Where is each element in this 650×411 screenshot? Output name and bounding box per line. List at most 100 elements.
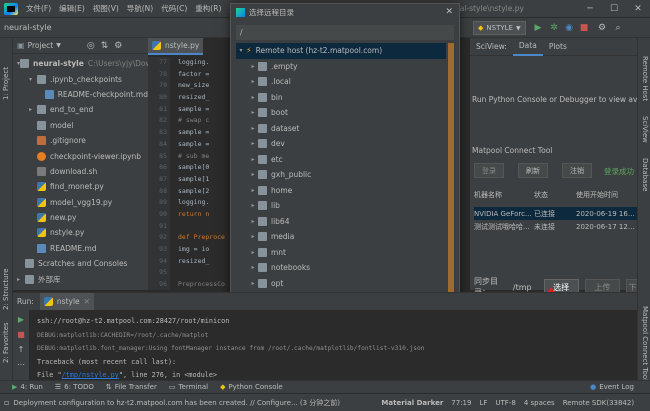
remote-folder-item[interactable]: ▸ media bbox=[236, 229, 446, 245]
remote-folder-item[interactable]: ▸ lib64 bbox=[236, 214, 446, 230]
tree-item[interactable]: Scratches and Consoles bbox=[17, 256, 148, 271]
editor-tab[interactable]: nstyle.py bbox=[148, 38, 203, 55]
tree-root[interactable]: ▾ neural-style C:\Users\yjy\Downlo... bbox=[17, 56, 170, 71]
remote-folder-item[interactable]: ▸ home bbox=[236, 183, 446, 199]
minimize-icon[interactable]: ─ bbox=[578, 0, 602, 18]
machine-row[interactable]: 测试测试哦哈哈... 未连接 2020-06-17 12:33 bbox=[474, 220, 637, 233]
file-link[interactable]: /tmp/nstyle.py bbox=[62, 371, 119, 379]
remote-folder-item[interactable]: ▸ gxh_public bbox=[236, 167, 446, 183]
chevron-right-icon[interactable]: ▸ bbox=[248, 264, 258, 271]
tool-todo[interactable]: ☰ 6: TODO bbox=[55, 383, 94, 391]
run-icon[interactable]: ▶ bbox=[532, 21, 544, 35]
menu-item[interactable]: 文件(F) bbox=[22, 3, 55, 14]
tree-item[interactable]: checkpoint-viewer.ipynb bbox=[17, 148, 148, 163]
tree-item[interactable]: model_vgg19.py bbox=[17, 195, 148, 210]
remote-folder-item[interactable]: ▸ bin bbox=[236, 90, 446, 106]
close-icon[interactable]: ✕ bbox=[445, 7, 453, 17]
logout-button[interactable]: 注销 bbox=[562, 163, 592, 178]
structure-tool-tab[interactable]: 2: Structure bbox=[2, 268, 10, 310]
machine-row[interactable]: NVIDIA GeForc... 已连接 2020-06-19 16:05 bbox=[474, 207, 637, 220]
matpool-tool-tab[interactable]: Matpool Connect Tool bbox=[641, 306, 649, 381]
tree-item[interactable]: nstyle.py bbox=[17, 225, 148, 240]
chevron-right-icon[interactable]: ▸ bbox=[248, 94, 258, 101]
menu-item[interactable]: 代码(C) bbox=[157, 3, 191, 14]
interpreter-indicator[interactable]: Remote SDK(33842) bbox=[563, 399, 634, 407]
run-tab[interactable]: nstyle ✕ bbox=[39, 293, 94, 310]
breadcrumb-project[interactable]: neural-style bbox=[4, 23, 52, 32]
remote-host-root[interactable]: ▾ ⚡ Remote host (hz-t2.matpool.com) bbox=[236, 43, 446, 59]
tree-item[interactable]: ▾ .ipynb_checkpoints bbox=[17, 71, 148, 86]
refresh-button[interactable]: 刷新 bbox=[518, 163, 548, 178]
coverage-icon[interactable]: ◉ bbox=[563, 21, 575, 35]
remote-folder-item[interactable]: ▸ lib bbox=[236, 198, 446, 214]
chevron-right-icon[interactable]: ▸ bbox=[248, 187, 258, 194]
chevron-right-icon[interactable]: ▸ bbox=[248, 218, 258, 225]
tool-terminal[interactable]: ▭ Terminal bbox=[169, 383, 208, 391]
chevron-right-icon[interactable]: ▸ bbox=[248, 233, 258, 240]
remote-folder-item[interactable]: ▸ opt bbox=[236, 276, 446, 292]
path-field[interactable]: / bbox=[236, 25, 454, 40]
menu-item[interactable]: 编辑(E) bbox=[55, 3, 89, 14]
remote-folder-item[interactable]: ▸ etc bbox=[236, 152, 446, 168]
chevron-right-icon[interactable]: ▸ bbox=[248, 125, 258, 132]
indent-setting[interactable]: 4 spaces bbox=[524, 399, 555, 407]
rerun-icon[interactable]: ▶ bbox=[13, 313, 29, 325]
tree-item[interactable]: README.md bbox=[17, 241, 148, 256]
chevron-right-icon[interactable]: ▸ bbox=[248, 280, 258, 287]
stop-icon[interactable]: ■ bbox=[13, 328, 29, 340]
tree-item[interactable]: model bbox=[17, 118, 148, 133]
tool-python-console[interactable]: ◆ Python Console bbox=[220, 383, 283, 391]
chevron-right-icon[interactable]: ▸ bbox=[248, 78, 258, 85]
tree-item[interactable]: download.sh bbox=[17, 164, 148, 179]
dialog-scrollbar[interactable] bbox=[448, 43, 454, 313]
chevron-right-icon[interactable]: ▸ bbox=[248, 156, 258, 163]
tree-item[interactable]: find_monet.py bbox=[17, 179, 148, 194]
close-tab-icon[interactable]: ✕ bbox=[84, 297, 90, 306]
tab-plots[interactable]: Plots bbox=[543, 38, 573, 56]
project-panel-title[interactable]: Project bbox=[28, 41, 54, 50]
status-message[interactable]: Deployment configuration to hz-t2.matpoo… bbox=[13, 398, 373, 408]
tool-file-transfer[interactable]: ⇅ File Transfer bbox=[106, 383, 157, 391]
tree-item[interactable]: .gitignore bbox=[17, 133, 148, 148]
chevron-right-icon[interactable]: ▸ bbox=[248, 140, 258, 147]
remote-folder-item[interactable]: ▸ .empty bbox=[236, 59, 446, 75]
remote-folder-item[interactable]: ▸ dev bbox=[236, 136, 446, 152]
chevron-right-icon[interactable]: ▸ bbox=[248, 202, 258, 209]
remote-host-tool-tab[interactable]: Remote Host bbox=[641, 56, 649, 101]
tool-event-log[interactable]: ● Event Log bbox=[590, 383, 634, 391]
tree-item[interactable]: README-checkpoint.md bbox=[17, 87, 148, 102]
more-icon[interactable]: ⋯ bbox=[13, 358, 29, 370]
target-icon[interactable]: ◎ bbox=[87, 41, 95, 51]
stop-icon[interactable]: ■ bbox=[578, 21, 590, 35]
project-tool-tab[interactable]: 1: Project bbox=[2, 67, 10, 100]
close-window-icon[interactable]: ✕ bbox=[626, 0, 650, 18]
chevron-right-icon[interactable]: ▸ bbox=[248, 171, 258, 178]
menu-item[interactable]: 重构(R) bbox=[191, 3, 225, 14]
debug-icon[interactable]: ✲ bbox=[548, 21, 560, 35]
file-encoding[interactable]: UTF-8 bbox=[495, 399, 515, 407]
menu-item[interactable]: 导航(N) bbox=[123, 3, 157, 14]
chevron-down-icon[interactable]: ▼ bbox=[56, 42, 61, 49]
database-tool-tab[interactable]: Database bbox=[641, 158, 649, 191]
tool-run[interactable]: ▶ 4: Run bbox=[12, 383, 43, 391]
tab-data[interactable]: Data bbox=[512, 38, 543, 56]
chevron-right-icon[interactable]: ▸ bbox=[248, 63, 258, 70]
chevron-right-icon[interactable]: ▸ bbox=[248, 109, 258, 116]
tree-item[interactable]: new.py bbox=[17, 210, 148, 225]
tree-item[interactable]: ▸ end_to_end bbox=[17, 102, 148, 117]
tree-item[interactable]: ▸ 外部库 bbox=[17, 271, 148, 286]
remote-folder-item[interactable]: ▸ dataset bbox=[236, 121, 446, 137]
line-separator[interactable]: LF bbox=[479, 399, 487, 407]
theme-indicator[interactable]: Material Darker bbox=[381, 399, 443, 407]
gear-icon[interactable]: ⚙ bbox=[114, 41, 122, 51]
maximize-icon[interactable]: ☐ bbox=[602, 0, 626, 18]
chevron-right-icon[interactable]: ▸ bbox=[248, 249, 258, 256]
run-config-select[interactable]: ◆ NSTYLE ▼ bbox=[473, 21, 526, 35]
scroll-up-icon[interactable]: ↑ bbox=[13, 343, 29, 355]
remote-folder-item[interactable]: ▸ mnt bbox=[236, 245, 446, 261]
console-output[interactable]: ssh://root@hz-t2.matpool.com:28427/root/… bbox=[37, 315, 637, 383]
cursor-position[interactable]: 77:19 bbox=[451, 399, 471, 407]
menu-item[interactable]: 视图(V) bbox=[89, 3, 123, 14]
favorites-tool-tab[interactable]: 2: Favorites bbox=[2, 322, 10, 363]
remote-folder-item[interactable]: ▸ boot bbox=[236, 105, 446, 121]
